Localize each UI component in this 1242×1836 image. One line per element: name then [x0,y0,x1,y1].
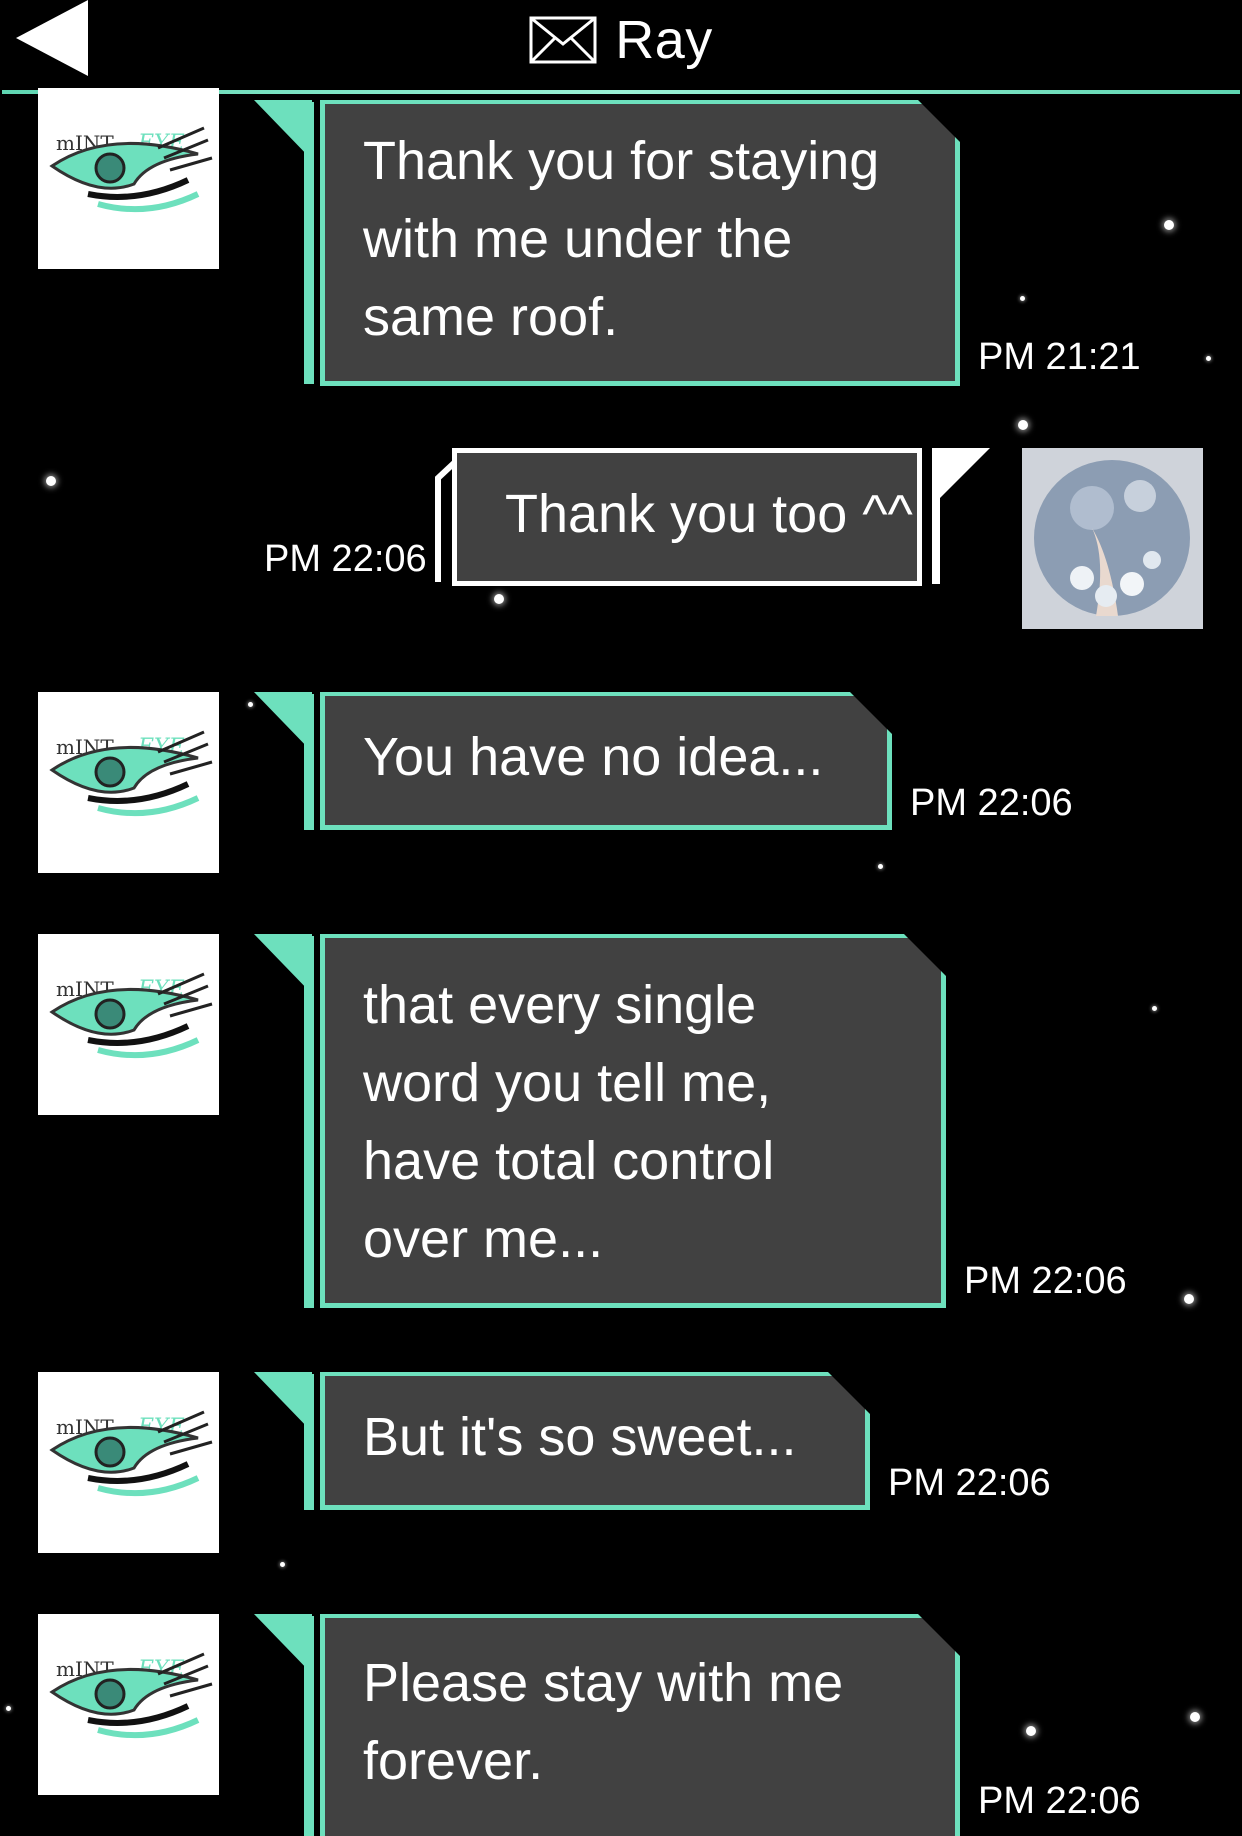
star [1164,220,1174,230]
bubble-corner [918,1614,960,1656]
message-text: Thank you for staying with me under the … [363,131,880,347]
message-text: Please stay with me forever. [363,1653,844,1791]
bubble-corner [918,100,960,142]
bubble-corner [850,692,892,734]
user-avatar[interactable] [1022,448,1203,629]
contact-avatar[interactable]: mINT EYE [38,1372,219,1553]
message-timestamp: PM 22:06 [888,1462,1051,1504]
message-text: But it's so sweet... [363,1407,797,1467]
star [46,476,56,486]
star [1206,356,1211,361]
message-text: You have no idea... [363,727,824,787]
star [280,1562,285,1567]
message-timestamp: PM 22:06 [910,782,1073,824]
message-bubble[interactable]: that every single word you tell me, have… [320,934,946,1308]
message-timestamp: PM 22:06 [964,1260,1127,1302]
bubble-tail [254,1372,312,1432]
message-text: Thank you too ^^ [505,484,913,544]
contact-avatar[interactable]: mINT EYE [38,88,219,269]
contact-avatar[interactable]: mINT EYE [38,1614,219,1795]
mint-eye-logo-icon: mINT EYE [49,730,213,817]
message-timestamp: PM 21:21 [978,336,1141,378]
message-timestamp: PM 22:06 [978,1780,1141,1822]
star [1190,1712,1200,1722]
bubble-corner [904,934,946,976]
star [494,594,504,604]
star [1018,420,1028,430]
message-bubble[interactable]: But it's so sweet... [320,1372,870,1510]
star [1152,1006,1157,1011]
star [248,702,253,707]
user-avatar-image-icon [1022,448,1203,629]
bubble-tail [254,100,312,160]
header-title-group: Ray [0,0,1242,80]
mint-eye-logo-icon: mINT EYE [49,126,213,213]
mint-eye-logo-icon: mINT EYE [49,1410,213,1497]
message-timestamp: PM 22:06 [264,538,427,580]
contact-name: Ray [615,10,713,70]
message-bubble-outgoing[interactable]: Thank you too ^^ [452,448,922,586]
message-bubble[interactable]: Thank you for staying with me under the … [320,100,960,386]
bubble-tail [254,1614,312,1674]
message-bubble[interactable]: Please stay with me forever. [320,1614,960,1836]
star [6,1706,11,1711]
message-bubble[interactable]: You have no idea... [320,692,892,830]
bubble-tail [254,934,312,994]
envelope-icon [529,16,597,64]
mint-eye-logo-icon: mINT EYE [49,972,213,1059]
star [1020,296,1025,301]
mint-eye-logo-icon: mINT EYE [49,1652,213,1739]
message-text: that every single word you tell me, have… [363,975,775,1269]
contact-avatar[interactable]: mINT EYE [38,692,219,873]
bubble-tail [254,692,312,752]
bubble-tail-outgoing [932,448,990,584]
star [878,864,883,869]
star [1026,1726,1036,1736]
chat-header: Ray [0,0,1242,96]
star [1184,1294,1194,1304]
bubble-corner [828,1372,870,1414]
contact-avatar[interactable]: mINT EYE [38,934,219,1115]
